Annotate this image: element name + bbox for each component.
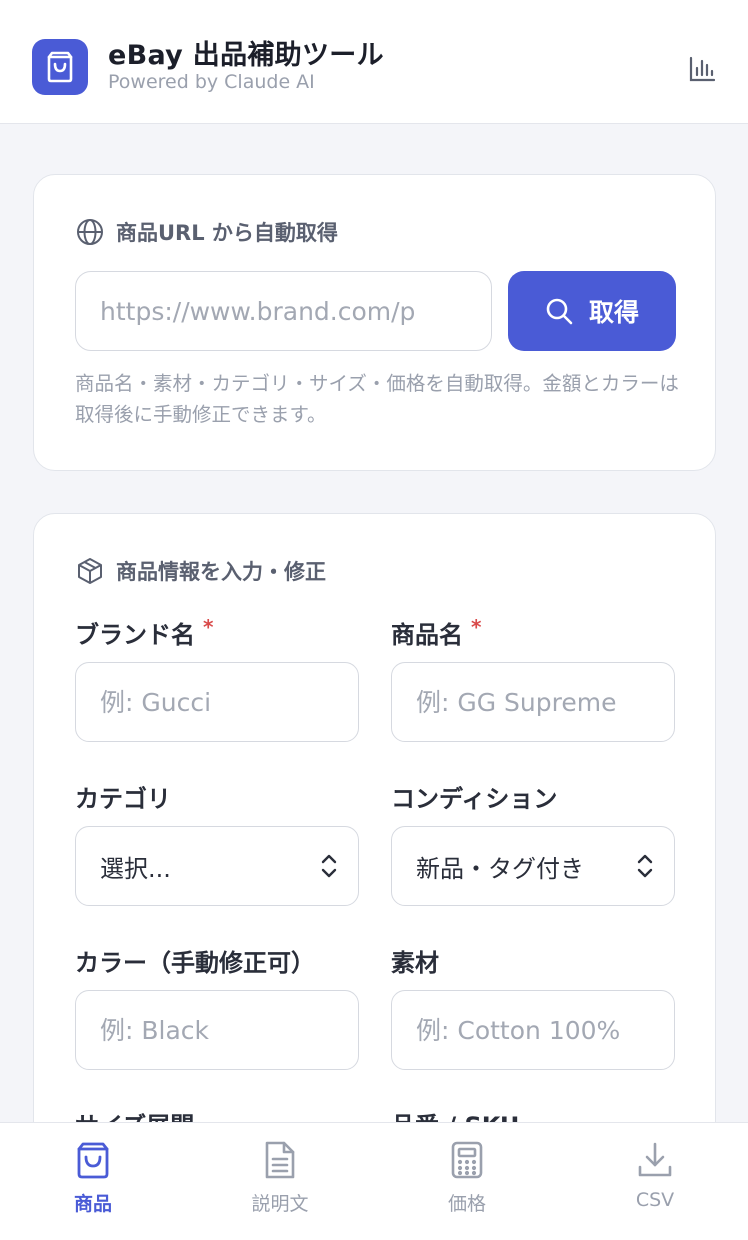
url-hint-text: 商品名・素材・カテゴリ・サイズ・価格を自動取得。金額とカラーは取得後に手動修正で… (75, 372, 679, 426)
brand-label: ブランド名 * (75, 615, 214, 649)
info-section-title-text: 商品情報を入力・修正 (116, 560, 326, 584)
product-url-input[interactable] (75, 271, 492, 351)
app-title: eBay 出品補助ツール (108, 40, 384, 71)
shopping-bag-icon (32, 39, 88, 95)
nav-label-csv: CSV (635, 1189, 675, 1211)
material-input[interactable] (391, 990, 675, 1070)
search-icon (546, 298, 573, 325)
product-name-label: 商品名 * (391, 615, 482, 649)
condition-select[interactable]: 新品・タグ付き (391, 826, 675, 906)
url-fetch-card: 商品URL から自動取得 取得 商品名・素材・カテゴリ・サイズ・価格を自動取得。… (33, 174, 716, 471)
chevron-up-down-icon (321, 854, 337, 878)
globe-icon (77, 219, 103, 245)
nav-label-product: 商品 (73, 1193, 112, 1215)
info-section-title: 商品情報を入力・修正 (76, 556, 326, 586)
required-mark: * (471, 615, 482, 639)
nav-item-price[interactable]: 価格 (407, 1141, 527, 1216)
fetch-button[interactable]: 取得 (508, 271, 676, 351)
category-label: カテゴリ (75, 785, 171, 813)
bottom-nav: 商品 説明文 価格 CSV (0, 1122, 748, 1240)
download-icon (638, 1142, 672, 1177)
product-name-input[interactable] (391, 662, 675, 742)
material-label: 素材 (391, 949, 439, 977)
category-select[interactable]: 選択... (75, 826, 359, 906)
color-input[interactable] (75, 990, 359, 1070)
calculator-icon (451, 1141, 483, 1179)
document-icon (265, 1141, 295, 1179)
app-header: eBay 出品補助ツール Powered by Claude AI (0, 0, 748, 124)
nav-item-csv[interactable]: CSV (595, 1141, 715, 1211)
nav-label-description: 説明文 (251, 1193, 309, 1215)
nav-label-price: 価格 (447, 1193, 486, 1215)
package-icon (78, 558, 102, 584)
bar-chart-icon[interactable] (686, 54, 718, 84)
fetch-button-label: 取得 (588, 298, 639, 327)
condition-label: コンディション (391, 785, 558, 813)
chevron-up-down-icon (637, 854, 653, 878)
condition-select-value: 新品・タグ付き (416, 854, 584, 883)
app-subtitle: Powered by Claude AI (108, 71, 315, 93)
shopping-bag-icon (77, 1142, 109, 1179)
nav-item-description[interactable]: 説明文 (220, 1141, 340, 1216)
nav-item-product[interactable]: 商品 (33, 1141, 153, 1216)
brand-input[interactable] (75, 662, 359, 742)
color-label: カラー（手動修正可） (75, 949, 315, 977)
url-section-title: 商品URL から自動取得 (76, 217, 338, 247)
category-select-value: 選択... (100, 854, 171, 883)
required-mark: * (203, 615, 214, 639)
url-section-title-text: 商品URL から自動取得 (116, 221, 338, 245)
